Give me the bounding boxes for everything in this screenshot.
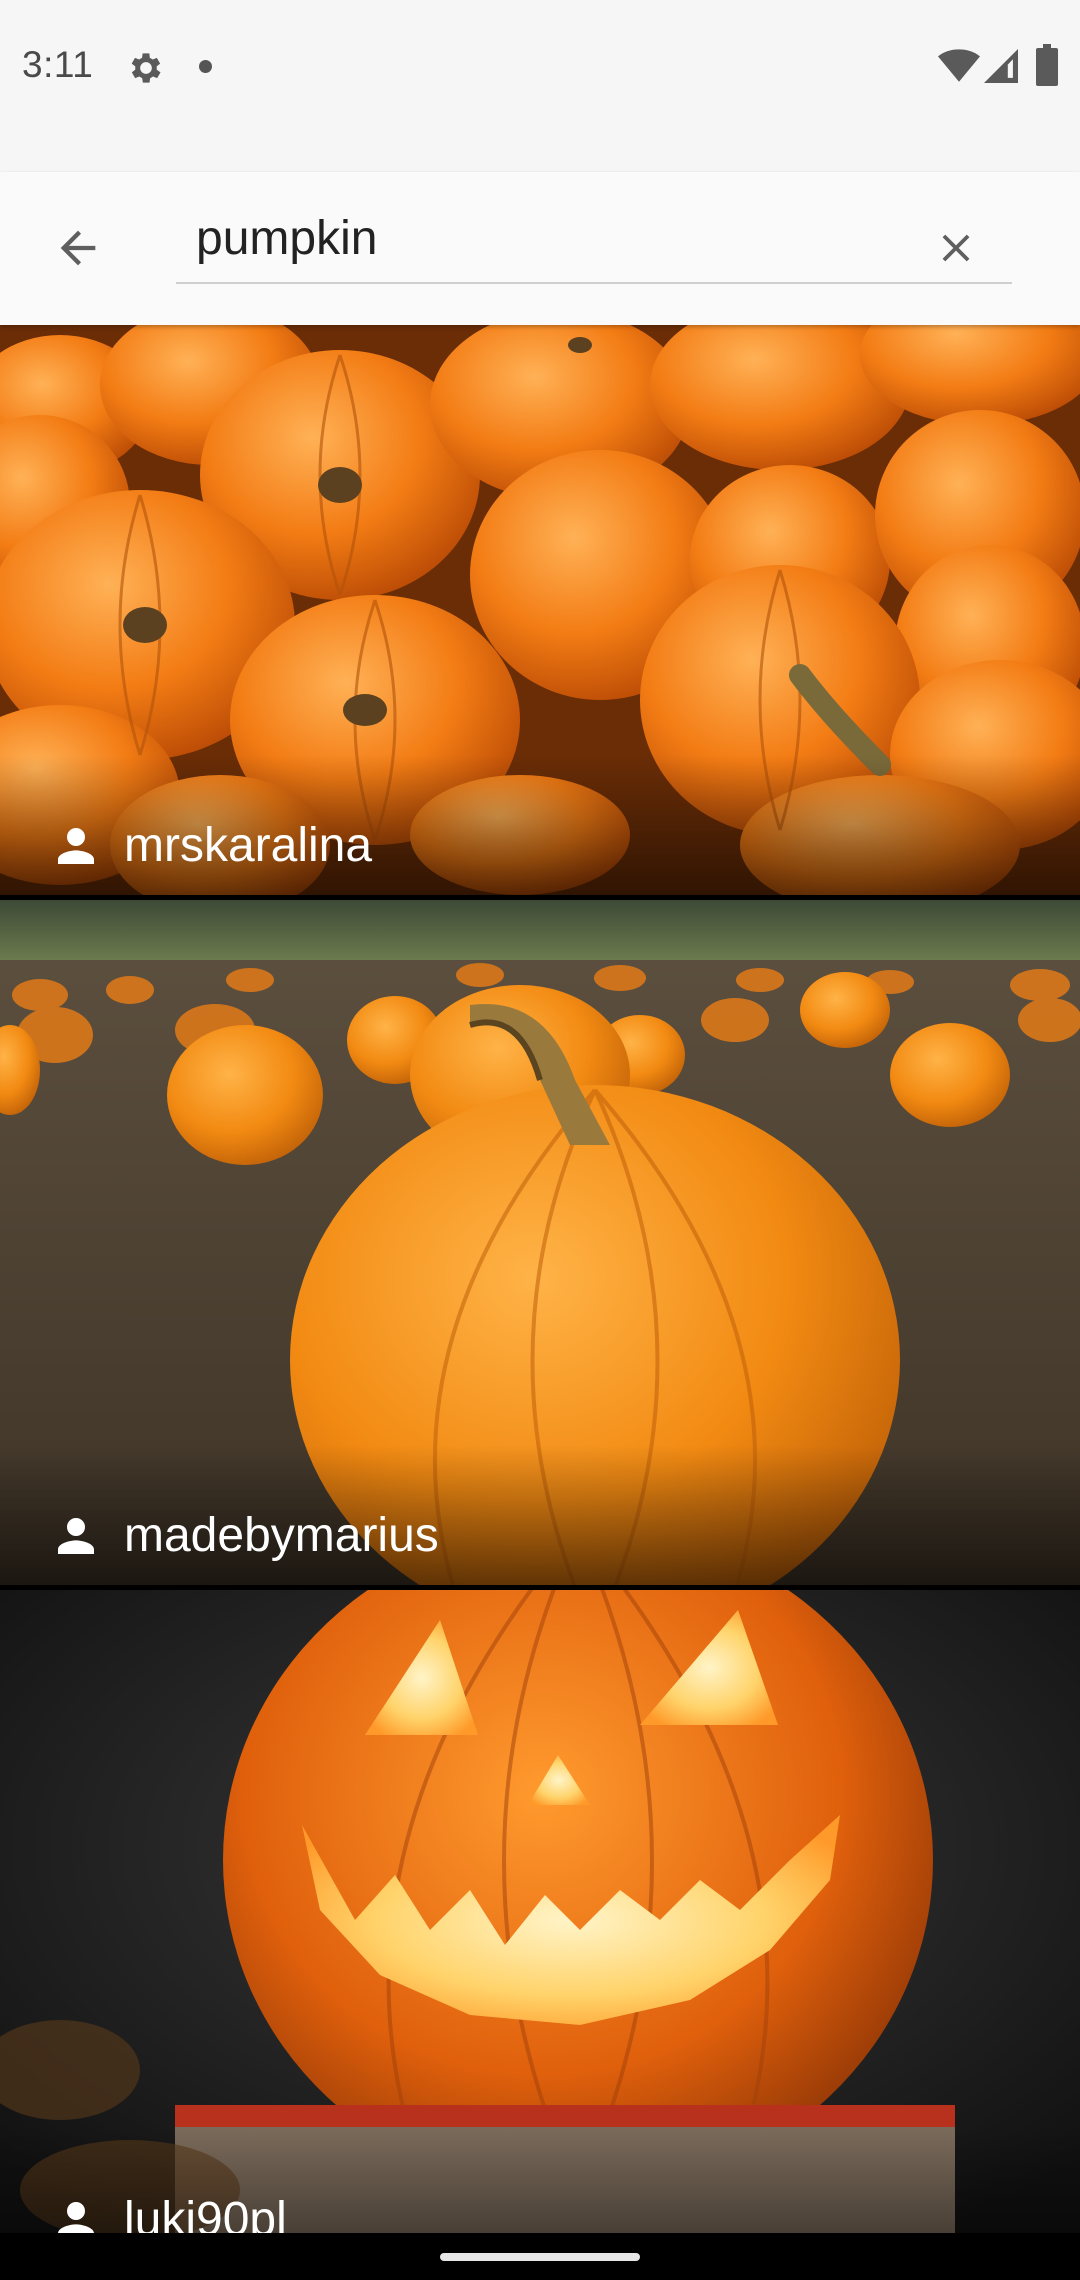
search-input[interactable] [176,194,1012,284]
person-icon [58,2201,94,2233]
arrow-back-icon [60,230,96,266]
author-name: mrskaralina [124,819,373,872]
navigation-bar [0,2233,1080,2280]
photo-card[interactable]: luki90pl [0,1590,1080,2233]
author-name: madebymarius [124,1509,439,1562]
photo-card[interactable]: madebymarius [0,900,1080,1585]
author-overlay: mrskaralina [0,755,1080,895]
author-overlay: luki90pl [0,2129,1080,2233]
author-name: luki90pl [124,2193,287,2233]
screen: 3:11 pumpkin mrskaralina madebymarius lu… [0,0,1080,2280]
back-button[interactable] [40,210,116,286]
home-gesture-handle[interactable] [440,2253,640,2261]
photo-card[interactable]: mrskaralina [0,325,1080,895]
status-time: 3:11 [22,44,94,85]
clear-search-button[interactable] [918,210,994,286]
search-toolbar [0,172,1080,325]
author-row[interactable]: mrskaralina [52,818,372,873]
author-row[interactable]: luki90pl [52,2192,287,2233]
author-overlay: madebymarius [0,1445,1080,1585]
settings-icon [131,53,161,83]
close-icon [942,234,970,262]
status-bar: 3:11 [0,0,1080,172]
photo-results-list[interactable]: mrskaralina madebymarius luki90pl [0,325,1080,2233]
cell-signal-icon [984,49,1018,83]
person-icon [58,827,94,864]
wifi-icon [938,49,980,82]
notification-dot [199,60,212,73]
author-row[interactable]: madebymarius [52,1508,439,1563]
person-icon [58,1517,94,1554]
battery-icon [1036,44,1058,86]
